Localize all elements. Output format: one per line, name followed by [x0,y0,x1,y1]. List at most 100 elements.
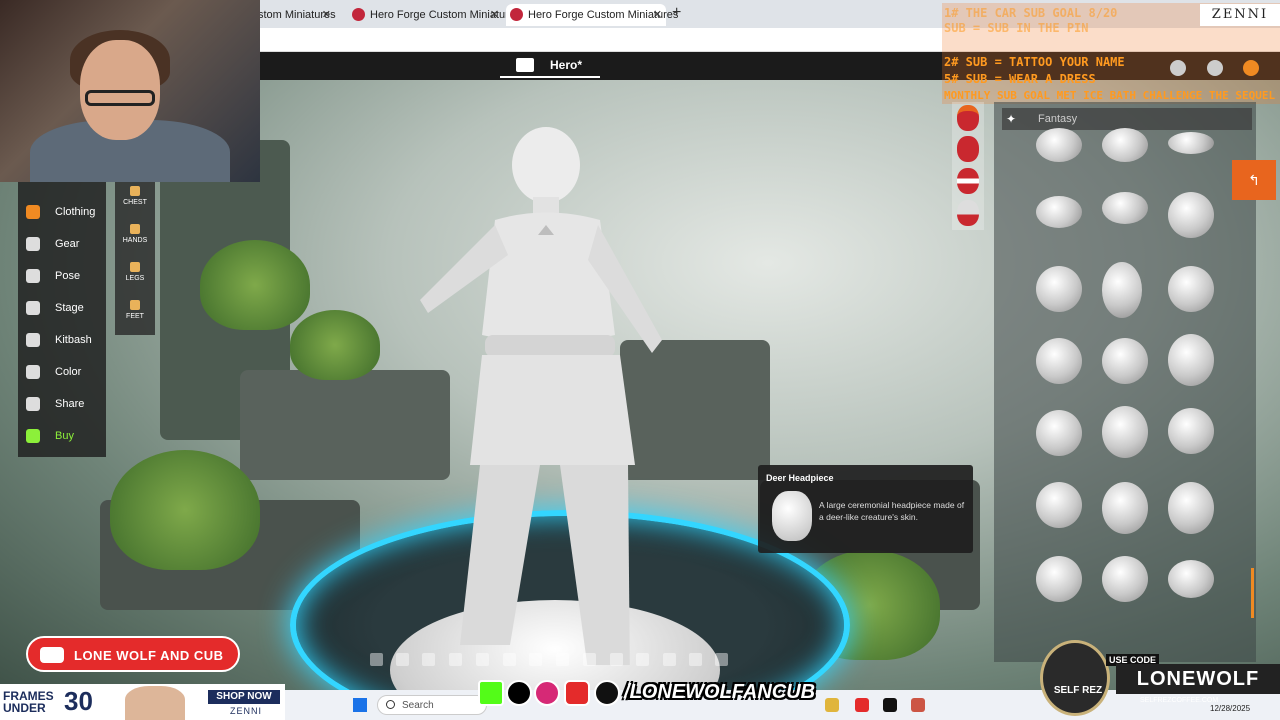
sidebar-item-label: Share [55,398,85,410]
close-icon[interactable]: ✕ [322,4,331,26]
project-title[interactable]: Hero* [550,58,582,72]
animal-headpiece-item[interactable] [1168,482,1214,534]
hat-item[interactable] [1102,192,1148,224]
youtube-icon[interactable] [855,698,869,712]
headpiece-item[interactable] [1036,338,1082,384]
bluesky-icon[interactable] [396,653,409,666]
kitbash-icon [26,333,40,347]
mail-icon[interactable] [583,653,596,666]
subnav-item-feet[interactable]: FEET [115,300,155,320]
zenni-ad: FRAMES UNDER 30 SHOP NOW ZENNI [0,684,285,720]
deer-headpiece-item[interactable] [1102,482,1148,534]
help-icon[interactable] [1170,60,1186,76]
headpiece-item[interactable] [1102,262,1142,318]
reddit-icon[interactable] [503,653,516,666]
turban-item[interactable] [1036,410,1082,456]
plant [110,450,260,570]
search-placeholder: Search [402,700,434,711]
head-slot-icon[interactable] [957,105,979,131]
gear-icon [26,237,40,251]
goal-line: 1# THE CAR SUB GOAL 8/20 [944,6,1118,20]
facebook-icon[interactable] [370,653,383,666]
sidebar-item-label: Buy [55,430,74,442]
twitch-icon[interactable] [529,653,542,666]
sparkle-icon: ✦ [1006,112,1017,126]
sidebar-item-gear[interactable]: Gear [24,234,108,254]
subnav-item-hands[interactable]: HANDS [115,224,155,244]
sidebar-item-label: Color [55,366,82,378]
animal-headpiece-item[interactable] [1036,556,1082,602]
headpiece-item[interactable] [1102,128,1148,162]
headpiece-item[interactable] [1036,266,1082,312]
legs-icon [130,262,140,272]
browser-tab-active[interactable]: Hero Forge Custom Miniatures ✕ [506,4,678,26]
wrap-item[interactable] [1168,408,1214,454]
heroforge-favicon-icon [510,8,523,21]
share-icon[interactable] [663,653,676,666]
bug-icon[interactable] [610,653,623,666]
headpiece-item[interactable] [1036,128,1082,162]
account-icon[interactable] [1207,60,1223,76]
discord-icon[interactable] [476,653,489,666]
sidebar-item-clothing[interactable]: Clothing [24,202,108,222]
channel-badge: LONE WOLF AND CUB [26,636,240,672]
head-slot-icon[interactable] [957,200,979,226]
palette-icon [26,365,40,379]
gift-icon[interactable] [689,653,702,666]
headpiece-item[interactable] [1168,266,1214,312]
sidebar-item-kitbash[interactable]: Kitbash [24,330,108,350]
panel-scrollbar[interactable] [1251,568,1254,618]
hood-item[interactable] [1102,406,1148,458]
app-icon[interactable] [911,698,925,712]
browser-tab[interactable]: Hero Forge Custom Miniatures ✕ [348,4,520,26]
head-slot-icon[interactable] [957,168,979,194]
heroforge-favicon-icon [352,8,365,21]
head-slot-icon[interactable] [957,136,979,162]
headpiece-item[interactable] [1168,132,1214,154]
sidebar-item-pose[interactable]: Pose [24,266,108,286]
youtube-icon[interactable] [449,653,462,666]
tooltip-title: Deer Headpiece [766,473,834,483]
pumpkin-item[interactable] [1102,556,1148,602]
subnav-item-legs[interactable]: LEGS [115,262,155,282]
stage-icon [26,301,40,315]
cart-icon[interactable] [1243,60,1259,76]
app-icon[interactable] [825,698,839,712]
windows-start-icon[interactable] [353,698,367,712]
crown-item[interactable] [1036,196,1082,228]
sidebar-item-share[interactable]: Share [24,394,108,414]
channel-name: LONE WOLF AND CUB [74,648,224,663]
instagram-icon [534,680,560,706]
sidebar-item-stage[interactable]: Stage [24,298,108,318]
netflix-icon[interactable] [883,698,897,712]
youtube-icon [564,680,590,706]
sidebar-item-label: Kitbash [55,334,92,346]
close-icon[interactable]: ✕ [490,4,499,26]
instagram-icon[interactable] [422,653,435,666]
subnav-item-chest[interactable]: CHEST [115,186,155,206]
clothing-subnav: CHEST HANDS LEGS FEET [115,182,155,335]
new-tab-button[interactable]: + [672,4,681,22]
sidebar-item-color[interactable]: Color [24,362,108,382]
headpiece-item[interactable] [1168,192,1214,238]
santa-hat-item[interactable] [1168,560,1214,598]
kickstarter-icon[interactable] [715,653,728,666]
webcam-feed [0,0,260,182]
folder-icon[interactable] [516,58,534,72]
close-icon[interactable]: ✕ [653,4,662,26]
undo-icon[interactable]: ↰ [1232,160,1276,200]
zenni-logo: ZENNI [1200,4,1280,26]
headpiece-item[interactable] [1102,338,1148,384]
settings-icon[interactable] [636,653,649,666]
taskbar-search[interactable]: Search [377,695,487,715]
sidebar-item-buy[interactable]: Buy [24,426,108,446]
helmet-item[interactable] [1036,482,1082,528]
category-dropdown[interactable]: Fantasy [1002,108,1252,130]
turban-item[interactable] [1168,334,1214,386]
x-icon [506,680,532,706]
hero-miniature[interactable] [400,125,720,665]
head-slot-column [952,102,984,230]
tiktok-icon [594,680,620,706]
calendar-icon[interactable] [556,653,569,666]
youtube-icon [40,647,64,663]
